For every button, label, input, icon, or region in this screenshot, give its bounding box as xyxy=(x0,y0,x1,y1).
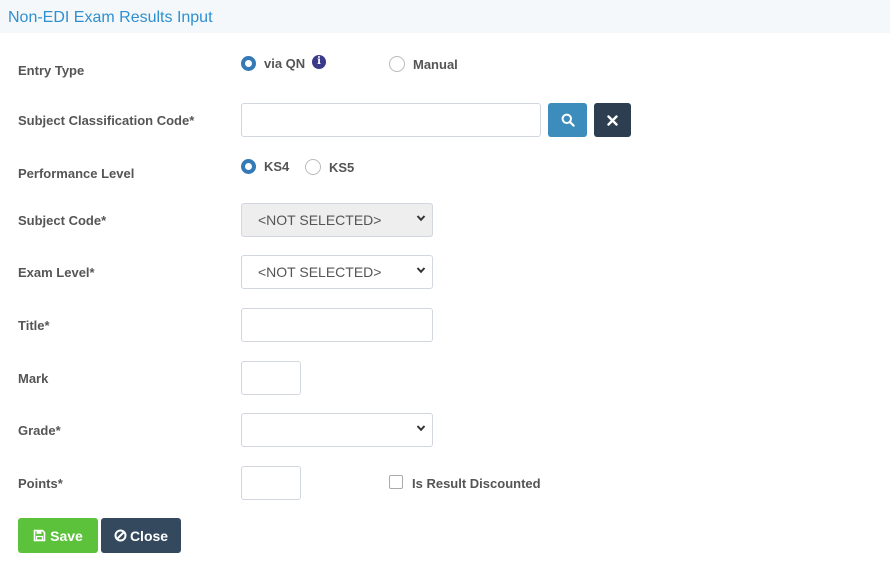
search-button[interactable] xyxy=(548,103,587,137)
chevron-down-icon xyxy=(416,423,426,433)
entry-type-label: Entry Type xyxy=(18,63,85,78)
is-result-discounted-label: Is Result Discounted xyxy=(412,476,541,491)
clear-button[interactable] xyxy=(594,103,631,137)
performance-level-ks5-label: KS5 xyxy=(329,159,355,175)
entry-type-via-qn-radio[interactable] xyxy=(241,56,256,71)
points-input[interactable] xyxy=(241,466,301,500)
close-button[interactable]: Close xyxy=(101,518,181,553)
entry-type-manual-radio[interactable] xyxy=(389,56,405,72)
save-icon xyxy=(33,529,46,542)
ban-icon xyxy=(114,529,127,542)
exam-level-value: <NOT SELECTED> xyxy=(258,264,382,280)
points-label: Points* xyxy=(18,476,63,491)
page-title: Non-EDI Exam Results Input xyxy=(8,9,213,26)
subject-code-label: Subject Code* xyxy=(18,213,107,228)
page-header: Non-EDI Exam Results Input xyxy=(0,0,890,33)
grade-select[interactable] xyxy=(241,413,433,447)
save-button-label: Save xyxy=(50,527,83,544)
subject-code-select[interactable]: <NOT SELECTED> xyxy=(241,203,433,237)
chevron-down-icon xyxy=(416,213,426,223)
grade-label: Grade* xyxy=(18,423,61,438)
subject-classification-label: Subject Classification Code* xyxy=(18,113,195,128)
exam-level-select[interactable]: <NOT SELECTED> xyxy=(241,255,433,289)
close-icon xyxy=(607,114,618,126)
subject-code-value: <NOT SELECTED> xyxy=(258,212,382,228)
performance-level-ks5-radio[interactable] xyxy=(305,159,321,175)
entry-type-manual-label: Manual xyxy=(413,56,458,72)
performance-level-ks5-option[interactable]: KS5 xyxy=(305,159,354,175)
mark-label: Mark xyxy=(18,371,49,386)
entry-type-via-qn-option[interactable]: via QN xyxy=(241,56,305,71)
performance-level-ks4-label: KS4 xyxy=(264,159,290,174)
search-icon xyxy=(561,113,575,127)
subject-classification-input[interactable] xyxy=(241,103,541,137)
title-label: Title* xyxy=(18,318,50,333)
title-input[interactable] xyxy=(241,308,433,342)
entry-type-manual-option[interactable]: Manual xyxy=(389,56,458,72)
save-button[interactable]: Save xyxy=(18,518,98,553)
close-button-label: Close xyxy=(129,527,169,544)
chevron-down-icon xyxy=(416,265,426,275)
is-result-discounted-checkbox[interactable] xyxy=(389,475,403,489)
performance-level-ks4-option[interactable]: KS4 xyxy=(241,159,289,174)
info-icon[interactable]: i xyxy=(312,55,326,69)
mark-input[interactable] xyxy=(241,361,301,395)
entry-type-via-qn-label: via QN xyxy=(264,56,306,71)
performance-level-label: Performance Level xyxy=(18,166,135,181)
exam-level-label: Exam Level* xyxy=(18,265,95,280)
performance-level-ks4-radio[interactable] xyxy=(241,159,256,174)
